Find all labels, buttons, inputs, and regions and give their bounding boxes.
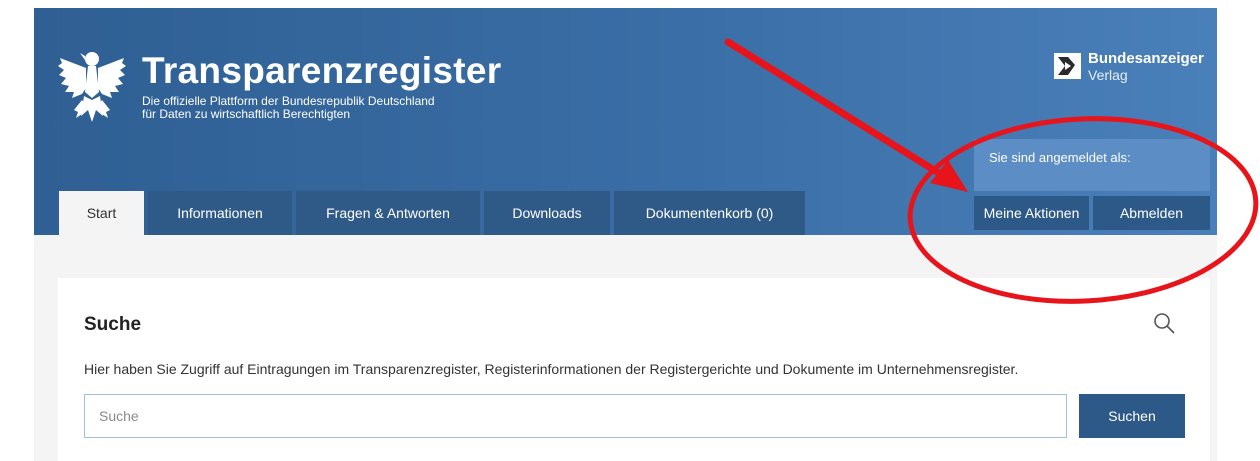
- search-card: Suche Hier haben Sie Zugriff auf Eintrag…: [58, 278, 1210, 461]
- subtitle-line-2: für Daten zu wirtschaftlich Berechtigten: [142, 107, 351, 121]
- logged-in-label: Sie sind angemeldet als:: [989, 150, 1131, 165]
- publisher-name[interactable]: Bundesanzeiger: [1088, 51, 1204, 67]
- tab-fragen-antworten[interactable]: Fragen & Antworten: [296, 191, 480, 235]
- search-icon[interactable]: [1153, 312, 1175, 334]
- meine-aktionen-button[interactable]: Meine Aktionen: [974, 196, 1089, 230]
- search-button[interactable]: Suchen: [1079, 394, 1185, 438]
- tab-downloads[interactable]: Downloads: [484, 191, 610, 235]
- bundesanzeiger-logo-icon[interactable]: [1054, 53, 1081, 79]
- publisher-subtitle: Verlag: [1088, 67, 1128, 83]
- search-title: Suche: [84, 314, 142, 335]
- page: Transparenzregister Die offizielle Platt…: [0, 0, 1260, 461]
- tab-start[interactable]: Start: [59, 191, 144, 235]
- search-input[interactable]: [84, 394, 1067, 438]
- login-status-box: Sie sind angemeldet als:: [974, 139, 1210, 191]
- search-description: Hier haben Sie Zugriff auf Eintragungen …: [84, 361, 1019, 377]
- site-subtitle: Die offizielle Plattform der Bundesrepub…: [142, 95, 435, 121]
- federal-eagle-icon: [58, 52, 126, 122]
- site-title[interactable]: Transparenzregister: [142, 48, 501, 94]
- tab-informationen[interactable]: Informationen: [148, 191, 292, 235]
- abmelden-button[interactable]: Abmelden: [1093, 196, 1210, 230]
- tab-dokumentenkorb[interactable]: Dokumentenkorb (0): [614, 191, 805, 235]
